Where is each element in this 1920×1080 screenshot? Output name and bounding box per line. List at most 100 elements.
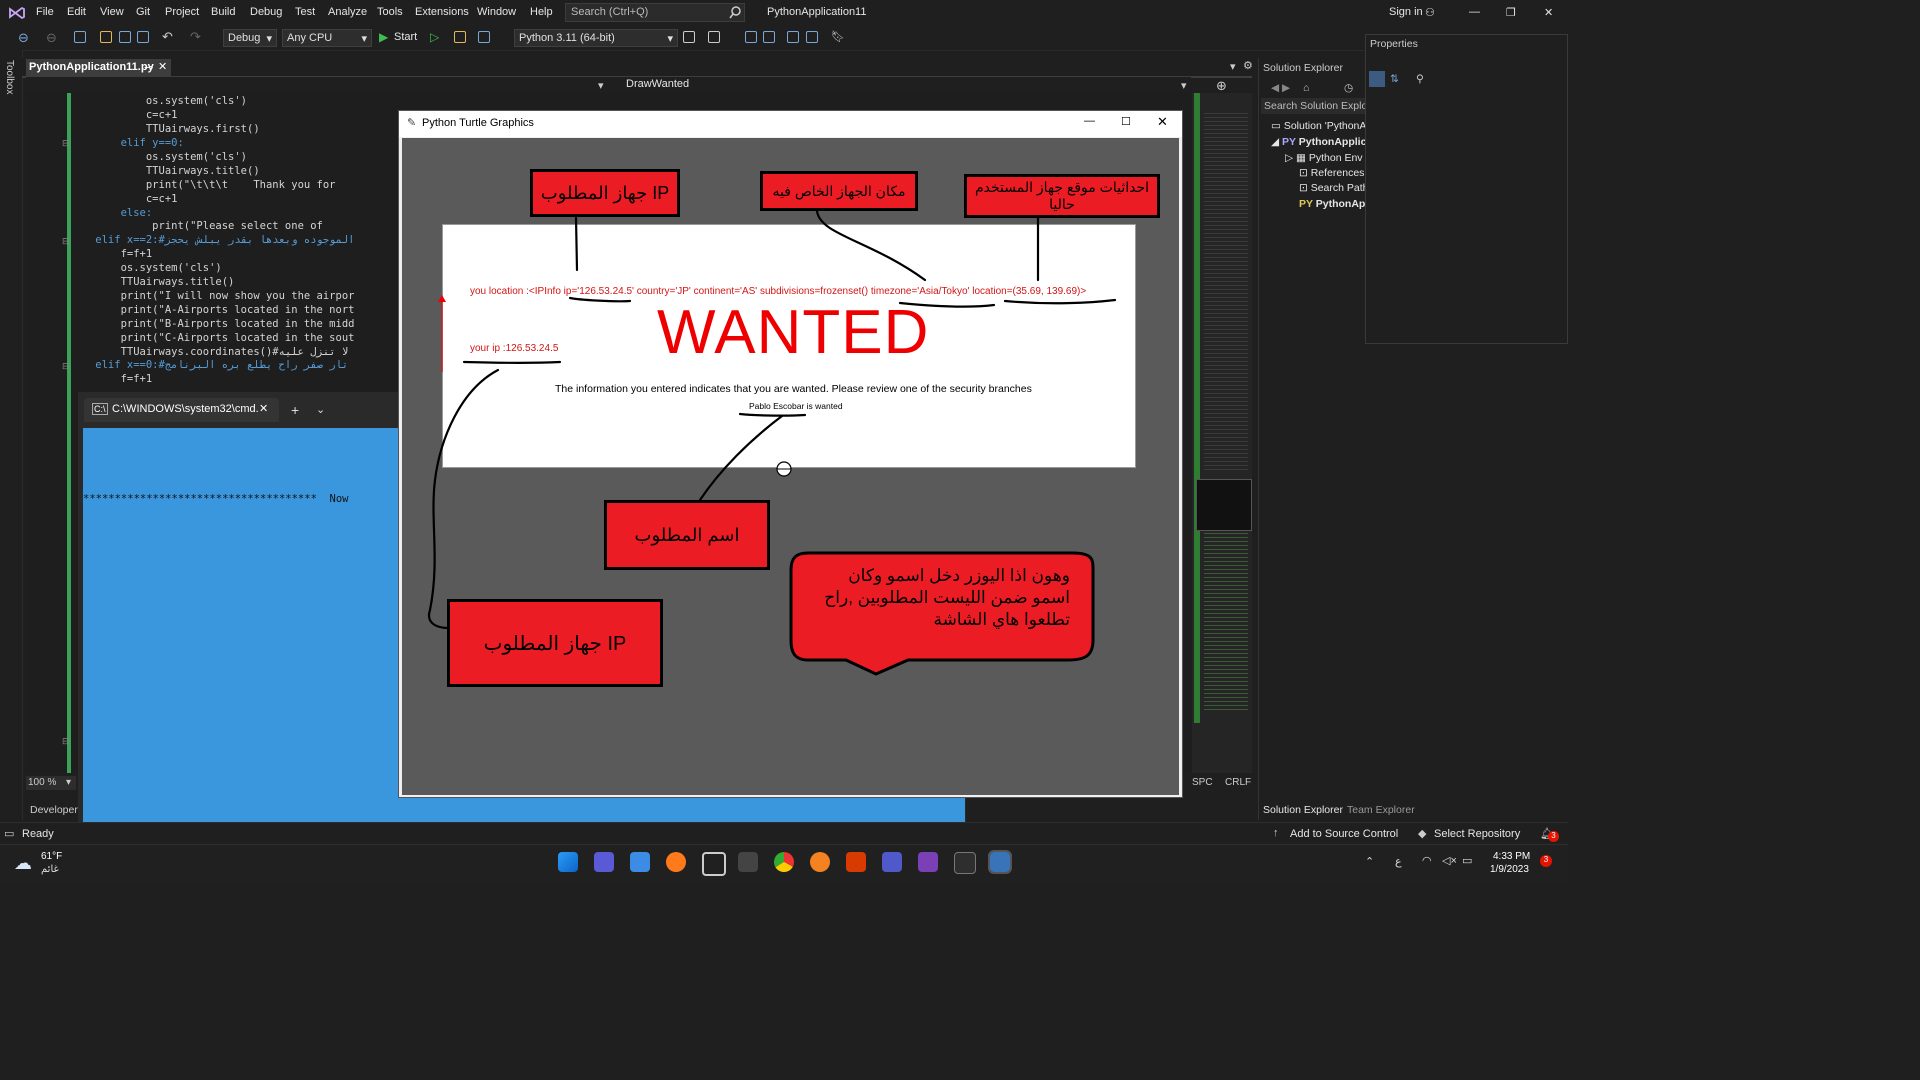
- turtle-close-button[interactable]: ✕: [1157, 114, 1168, 130]
- tab-team-explorer[interactable]: Team Explorer: [1347, 804, 1415, 816]
- minimize-button[interactable]: —: [1469, 6, 1480, 18]
- nav-scope-dropdown[interactable]: ▾: [598, 79, 604, 92]
- nav-back-icon[interactable]: ◀ ▶: [1271, 82, 1290, 94]
- office-icon[interactable]: [846, 852, 866, 872]
- clock-time[interactable]: 4:33 PM: [1493, 851, 1530, 862]
- terminal-tab[interactable]: C:\ C:\WINDOWS\system32\cmd. ✕: [84, 398, 279, 422]
- references-node[interactable]: ⊡ References: [1299, 167, 1364, 179]
- start-button[interactable]: Start: [394, 31, 417, 43]
- toolbox-tab[interactable]: Toolbox: [4, 60, 15, 94]
- window-layout-icon[interactable]: [708, 31, 720, 43]
- add-to-source-control[interactable]: Add to Source Control: [1290, 828, 1398, 840]
- solution-node[interactable]: ▭ Solution 'PythonA: [1271, 120, 1366, 132]
- pin-icon[interactable]: ⊸: [144, 61, 153, 74]
- redo-icon[interactable]: ↷: [190, 29, 201, 45]
- close-button[interactable]: ✕: [1544, 6, 1553, 19]
- search-paths-node[interactable]: ⊡ Search Path: [1299, 182, 1369, 194]
- status-crlf[interactable]: CRLF: [1225, 777, 1251, 788]
- teams-icon[interactable]: [882, 852, 902, 872]
- blender-icon[interactable]: [810, 852, 830, 872]
- collapse-icon[interactable]: ⊟: [62, 236, 70, 247]
- menu-window[interactable]: Window: [477, 6, 516, 18]
- new-project-icon[interactable]: [74, 31, 86, 43]
- notification-center-badge[interactable]: 3: [1540, 855, 1552, 867]
- menu-project[interactable]: Project: [165, 6, 199, 18]
- weather-temp[interactable]: 61°F: [41, 851, 62, 862]
- python-env-select[interactable]: Python 3.11 (64-bit) ▾: [514, 29, 678, 47]
- input-language[interactable]: ع: [1395, 855, 1402, 868]
- platform-select[interactable]: Any CPU ▾: [282, 29, 372, 47]
- turtle-maximize-button[interactable]: ☐: [1121, 115, 1131, 128]
- split-editor-icon[interactable]: ⊕: [1216, 78, 1227, 94]
- sign-in-link[interactable]: Sign in: [1389, 6, 1423, 18]
- menu-debug[interactable]: Debug: [250, 6, 282, 18]
- unity-icon[interactable]: [738, 852, 758, 872]
- menu-file[interactable]: File: [36, 6, 54, 18]
- menu-git[interactable]: Git: [136, 6, 150, 18]
- start-menu-icon[interactable]: [558, 852, 578, 872]
- menu-view[interactable]: View: [100, 6, 124, 18]
- save-all-icon[interactable]: [137, 31, 149, 43]
- menu-help[interactable]: Help: [530, 6, 553, 18]
- menu-build[interactable]: Build: [211, 6, 235, 18]
- visual-studio-taskbar-icon[interactable]: [918, 852, 938, 872]
- battery-icon[interactable]: ▭: [1462, 854, 1472, 867]
- browse-icon[interactable]: [454, 31, 466, 43]
- comment-icon[interactable]: [787, 31, 799, 43]
- live-share-icon[interactable]: ⚇: [1425, 6, 1435, 19]
- env-settings-icon[interactable]: [683, 31, 695, 43]
- zoom-select[interactable]: 100 % ▾: [26, 776, 76, 790]
- chat-icon[interactable]: [594, 852, 614, 872]
- restore-button[interactable]: ❐: [1506, 6, 1516, 19]
- new-tab-icon[interactable]: +: [291, 402, 299, 418]
- start-without-debug-icon[interactable]: ▷: [430, 30, 439, 44]
- virtualbox-icon[interactable]: [702, 852, 726, 876]
- python-file-node[interactable]: PY PythonApp: [1299, 198, 1372, 210]
- format-icon[interactable]: [745, 31, 757, 43]
- save-icon[interactable]: [119, 31, 131, 43]
- volume-icon[interactable]: ◁×: [1442, 854, 1457, 867]
- minimap-viewport[interactable]: [1196, 479, 1252, 531]
- sort-alpha-icon[interactable]: ⇅: [1390, 73, 1399, 85]
- home-icon[interactable]: ⌂: [1303, 82, 1309, 94]
- menu-edit[interactable]: Edit: [67, 6, 86, 18]
- select-repository[interactable]: Select Repository: [1434, 828, 1520, 840]
- tab-dropdown-chevron-icon[interactable]: ⌄: [316, 403, 325, 416]
- firefox-icon[interactable]: [666, 852, 686, 872]
- visual-studio-logo-icon[interactable]: [8, 5, 26, 21]
- chrome-icon[interactable]: [774, 852, 794, 872]
- developer-powershell-tab[interactable]: Developer: [30, 804, 78, 816]
- clock-date[interactable]: 1/9/2023: [1490, 864, 1529, 875]
- tab-settings-icon[interactable]: ⚙: [1243, 59, 1253, 72]
- collapse-icon[interactable]: ⊟: [62, 736, 70, 747]
- start-icon[interactable]: ▶: [379, 30, 388, 44]
- wifi-icon[interactable]: ◠: [1422, 854, 1432, 867]
- python-env-node[interactable]: ▷ ▦ Python Env: [1285, 152, 1363, 164]
- collapse-icon[interactable]: ⊟: [62, 138, 70, 149]
- collapse-icon[interactable]: ⊟: [62, 361, 70, 372]
- store-icon[interactable]: [630, 852, 650, 872]
- config-select[interactable]: Debug ▾: [223, 29, 277, 47]
- turtle-minimize-button[interactable]: —: [1084, 115, 1095, 127]
- tab-pythonapplication11[interactable]: PythonApplication11.py ⊸ ✕: [26, 59, 171, 76]
- menu-tools[interactable]: Tools: [377, 6, 403, 18]
- status-spc[interactable]: SPC: [1192, 777, 1213, 788]
- open-folder-icon[interactable]: [100, 31, 112, 43]
- categorized-icon[interactable]: [1369, 71, 1385, 87]
- menu-test[interactable]: Test: [295, 6, 315, 18]
- layout-icon[interactable]: [478, 31, 490, 43]
- indent-icon[interactable]: [763, 31, 775, 43]
- nav-function-dropdown[interactable]: DrawWanted: [626, 78, 689, 90]
- solution-search-input[interactable]: Search Solution Explore: [1261, 98, 1377, 114]
- tab-dropdown-icon[interactable]: ▾: [1230, 60, 1236, 73]
- search-input[interactable]: Search (Ctrl+Q): [565, 3, 745, 22]
- minimap-scrollbar[interactable]: [1192, 93, 1252, 773]
- uncomment-icon[interactable]: [806, 31, 818, 43]
- tray-overflow-icon[interactable]: ⌃: [1365, 855, 1374, 868]
- back-icon[interactable]: ⊖: [18, 30, 29, 46]
- undo-icon[interactable]: ↶: [162, 29, 173, 45]
- terminal-tab-close-icon[interactable]: ✕: [259, 402, 268, 415]
- menu-analyze[interactable]: Analyze: [328, 6, 367, 18]
- menu-extensions[interactable]: Extensions: [415, 6, 469, 18]
- turtle-title-bar[interactable]: ✎ Python Turtle Graphics — ☐ ✕: [399, 111, 1182, 137]
